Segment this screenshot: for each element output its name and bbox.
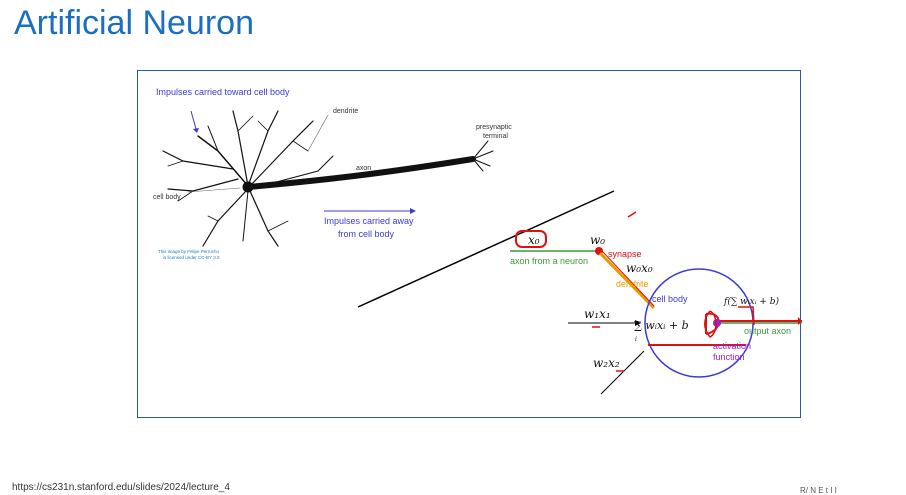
synapse-label: synapse bbox=[608, 249, 642, 259]
sum-index: i bbox=[635, 336, 637, 343]
impulses-away-label: Impulses carried away bbox=[324, 216, 414, 226]
w0-label: w₀ bbox=[590, 233, 605, 247]
axon-from-neuron-label: axon from a neuron bbox=[510, 256, 588, 266]
arrowhead bbox=[193, 128, 199, 133]
sum-expression: ∑ wᵢxᵢ + b bbox=[634, 319, 689, 332]
w0x0-underline bbox=[627, 211, 637, 218]
footer-url[interactable]: https://cs231n.stanford.edu/slides/2024/… bbox=[12, 482, 230, 493]
credit-line-2[interactable]: is licensed under CC-BY 3.0 bbox=[163, 255, 220, 260]
dendrite-label: dendrite bbox=[333, 108, 358, 115]
divider-line bbox=[357, 190, 615, 308]
presynaptic-label: presynaptic bbox=[476, 124, 512, 131]
cell-body-label: cell body bbox=[153, 194, 181, 201]
w2x2-label: w₂x₂ bbox=[593, 356, 620, 370]
neuron-figure: Impulses carried toward cell body dendri… bbox=[153, 87, 802, 395]
impulses-toward-label: Impulses carried toward cell body bbox=[156, 87, 290, 97]
impulse-arrow-down bbox=[190, 110, 197, 130]
axon-label: axon bbox=[356, 165, 371, 172]
slide-title: Artificial Neuron bbox=[14, 4, 254, 42]
cell-body-model-label: cell body bbox=[652, 294, 688, 304]
output-arrowhead bbox=[798, 317, 802, 325]
w0x0-label: w₀x₀ bbox=[626, 261, 653, 275]
footer-right-text: R/ N E t I I bbox=[800, 486, 837, 495]
activation-dot bbox=[713, 319, 721, 327]
credit-line-1[interactable]: This image by Felipe Perrucho bbox=[158, 249, 220, 254]
arrowhead bbox=[410, 208, 416, 214]
output-axon-label: output axon bbox=[744, 326, 791, 336]
terminal-label: terminal bbox=[483, 133, 508, 140]
dendrite-model-label: dendrite bbox=[616, 279, 649, 289]
w1x1-label: w₁x₁ bbox=[584, 307, 611, 321]
x0-label: x₀ bbox=[528, 233, 540, 247]
figure-frame: Impulses carried toward cell body dendri… bbox=[137, 70, 802, 418]
f-expression: f(∑ wᵢxᵢ + b) bbox=[723, 296, 780, 307]
impulses-away-label-2: from cell body bbox=[338, 229, 395, 239]
function-label: function bbox=[713, 352, 745, 362]
activation-label: activation bbox=[713, 341, 751, 351]
